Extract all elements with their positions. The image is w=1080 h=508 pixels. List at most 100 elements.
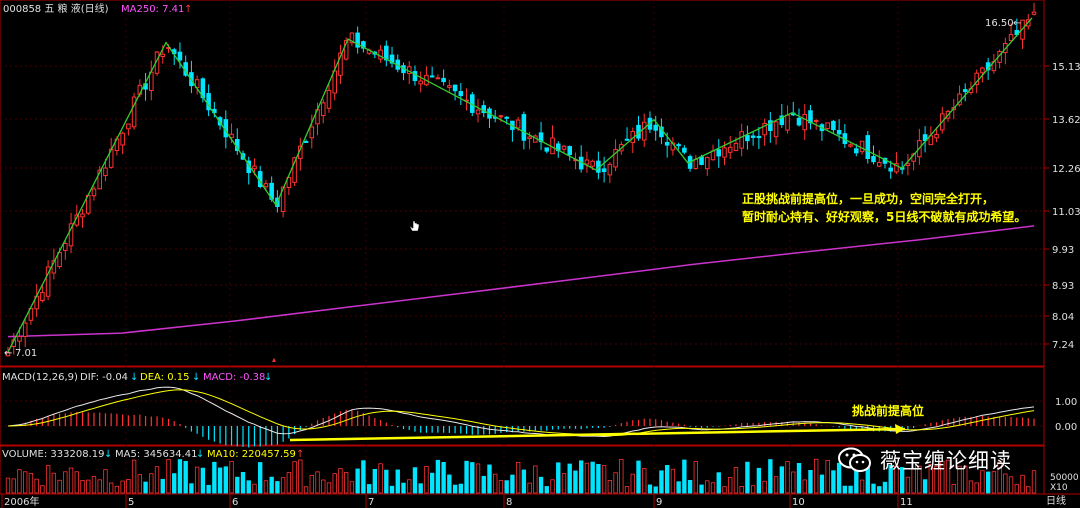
candle-body xyxy=(854,148,859,154)
volume-bar xyxy=(17,469,22,494)
volume-bar xyxy=(808,470,813,494)
candle-body xyxy=(796,117,802,126)
volume-bar xyxy=(974,482,979,494)
volume-bar xyxy=(573,470,578,494)
candle-body xyxy=(441,77,446,83)
candle-body xyxy=(160,53,166,58)
volume-bar xyxy=(349,481,355,494)
volume-bar xyxy=(607,480,613,494)
candle-body xyxy=(676,144,681,147)
volume-bar xyxy=(1008,476,1014,494)
volume-bar xyxy=(40,485,45,494)
volume-bar xyxy=(670,468,676,494)
volume-bar xyxy=(321,479,326,494)
price-tick-label: 7.24 xyxy=(1052,340,1074,351)
volume-bar xyxy=(344,472,349,494)
volume-bar xyxy=(315,471,320,494)
volume-bar xyxy=(258,462,263,494)
candle-body xyxy=(727,146,733,153)
candle-body xyxy=(750,135,756,138)
candles-group xyxy=(5,2,1037,357)
candle-body xyxy=(309,126,315,139)
date-axis-label: 2006年 xyxy=(4,495,39,508)
candle-body xyxy=(590,160,595,167)
volume-bar xyxy=(619,458,624,494)
date-axis-label: 11 xyxy=(900,497,913,508)
volume-bar xyxy=(756,467,762,494)
candle-body xyxy=(103,167,108,177)
candle-body xyxy=(63,242,68,251)
volume-bar xyxy=(510,474,515,494)
candle-body xyxy=(733,142,739,152)
candle-body xyxy=(624,138,630,141)
volume-bar xyxy=(366,484,372,494)
volume-bar xyxy=(567,463,572,494)
volume-bar xyxy=(429,472,435,494)
candle-body xyxy=(699,156,704,165)
candle-body xyxy=(435,77,441,80)
candle-body xyxy=(378,49,383,60)
volume-bar xyxy=(80,480,85,494)
candle-body xyxy=(716,149,722,157)
volume-bar xyxy=(630,473,635,494)
volume-bar xyxy=(217,467,223,494)
volume-bar xyxy=(968,480,974,494)
volume-bar xyxy=(303,486,309,494)
volume-bar xyxy=(137,474,143,494)
candle-body xyxy=(888,167,893,172)
candle-body xyxy=(745,135,750,142)
stock-title: 000858 五 粮 液(日线) xyxy=(3,2,109,15)
candle-body xyxy=(475,109,481,115)
volume-bar xyxy=(160,478,165,494)
ma250-label: MA250: 7.41 xyxy=(121,4,184,15)
macd-dea-arrow: ↓ xyxy=(192,372,200,383)
ma250-line xyxy=(7,225,1035,338)
macd-annotation-arrow xyxy=(289,427,906,442)
volume-bar xyxy=(361,460,366,494)
volume-bar xyxy=(556,462,561,494)
low-price-label: ← xyxy=(4,348,12,359)
volume-bar xyxy=(177,459,183,494)
volume-bar xyxy=(384,469,389,494)
volume-bar xyxy=(401,482,406,494)
candle-body xyxy=(756,135,762,139)
candle-body xyxy=(80,213,85,218)
candle-body xyxy=(544,147,550,152)
candle-body xyxy=(412,71,418,81)
volume-bar xyxy=(498,480,504,494)
candle-body xyxy=(17,335,22,342)
volume-bar xyxy=(143,481,148,494)
low-price-value: 7.01 xyxy=(15,348,37,359)
volume-bar xyxy=(481,475,486,494)
ma5-value: MA5: 345634.41 xyxy=(115,449,197,460)
volume-bar xyxy=(275,481,280,494)
volume-tick-label: X10 xyxy=(1050,483,1068,493)
macd-dif-arrow: ↓ xyxy=(130,372,138,383)
volume-bar xyxy=(859,479,865,494)
macd-dea: DEA: 0.15 xyxy=(140,372,190,383)
volume-bar xyxy=(613,472,618,494)
volume-bar xyxy=(842,485,848,494)
candle-body xyxy=(934,133,939,139)
volume-bar xyxy=(126,478,131,494)
volume-bar xyxy=(871,483,876,494)
volume-bar xyxy=(722,486,727,494)
volume-bar xyxy=(68,467,74,494)
volume-bar xyxy=(676,481,681,494)
volume-bar xyxy=(745,461,750,494)
volume-bar xyxy=(131,459,137,494)
volume-bar xyxy=(269,476,274,494)
candle-body xyxy=(813,119,819,122)
volume-bar xyxy=(825,459,830,494)
volume-bar xyxy=(814,458,819,494)
volume-bar xyxy=(57,479,62,494)
volume-bar xyxy=(716,472,721,494)
volume-bar xyxy=(263,480,269,494)
candle-body xyxy=(825,122,830,129)
volume-bar xyxy=(544,486,549,494)
candle-body xyxy=(527,136,532,140)
volume-bar xyxy=(733,467,739,494)
candle-body xyxy=(252,165,257,170)
pivot-lines xyxy=(7,17,1033,353)
volume-bar xyxy=(223,466,228,494)
